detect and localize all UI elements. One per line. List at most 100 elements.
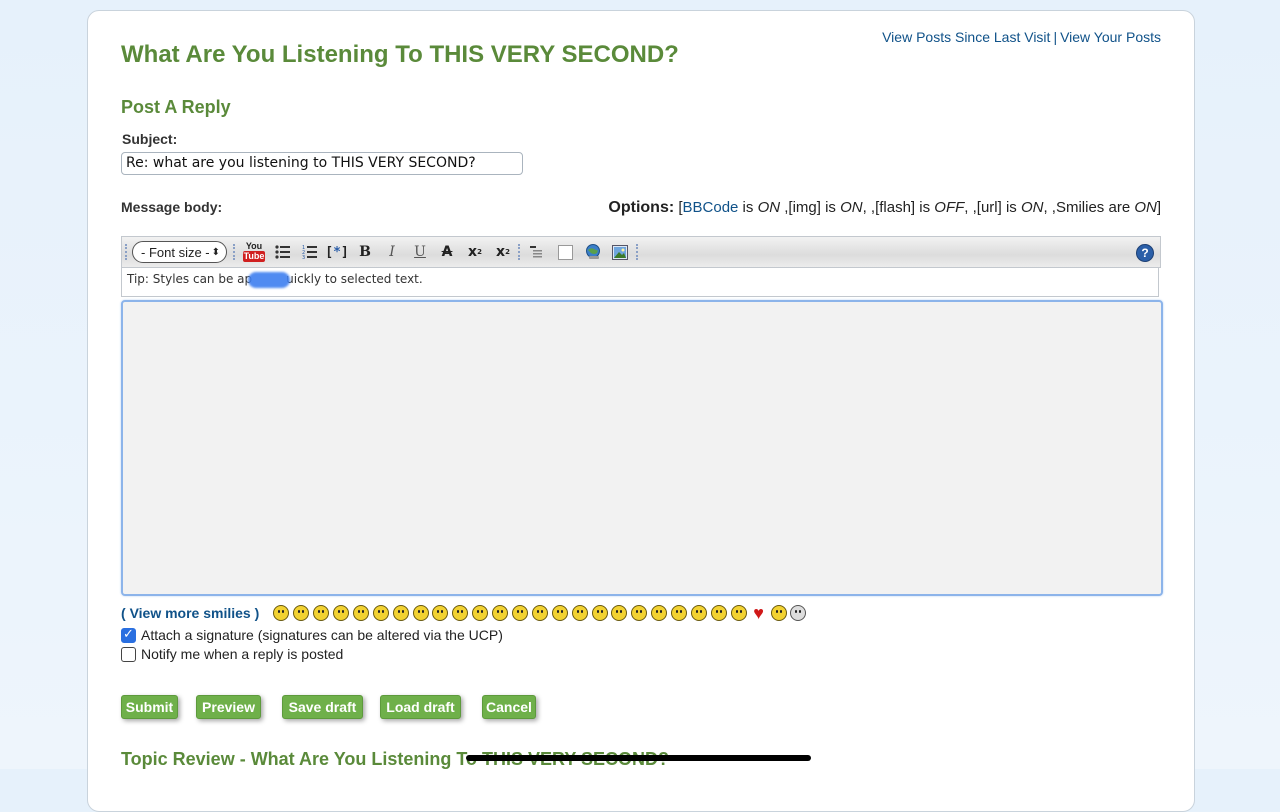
url-text: , ,[url] is bbox=[964, 199, 1021, 216]
help-icon[interactable]: ? bbox=[1136, 244, 1154, 262]
image-icon[interactable] bbox=[609, 237, 631, 267]
home-indicator-bar bbox=[466, 755, 811, 761]
posting-options: Options: [BBCode is ON ,[img] is ON, ,[f… bbox=[608, 199, 1161, 217]
load-draft-button[interactable]: Load draft bbox=[380, 695, 461, 719]
list-item-icon[interactable]: [*] bbox=[325, 237, 348, 267]
posting-panel: View Posts Since Last Visit | View Your Po… bbox=[87, 10, 1195, 812]
view-posts-since-last-visit-link[interactable]: View Posts Since Last Visit bbox=[882, 29, 1050, 45]
exclamation-smiley-icon[interactable] bbox=[591, 605, 608, 621]
embarrassed-smiley-icon[interactable] bbox=[472, 605, 489, 621]
strikethrough-icon[interactable]: A bbox=[436, 237, 458, 267]
bbcode-toolbar: - Font size - ⬍ You Tube 123 [*] B I U A … bbox=[121, 236, 1161, 268]
notify-reply-checkbox[interactable] bbox=[121, 646, 136, 662]
view-more-smilies: ( View more smilies ) bbox=[121, 605, 259, 621]
twisted-evil-smiley-icon[interactable] bbox=[531, 605, 548, 621]
sad-smiley-icon[interactable] bbox=[313, 605, 330, 621]
heart-smiley-icon[interactable]: ♥ bbox=[751, 604, 767, 622]
message-body-label: Message body: bbox=[121, 199, 223, 215]
view-your-posts-link[interactable]: View Your Posts bbox=[1060, 29, 1161, 45]
font-size-select-value: - Font size - bbox=[141, 245, 210, 260]
evil-smiley-icon[interactable] bbox=[511, 605, 528, 621]
link-globe-icon[interactable] bbox=[582, 237, 604, 267]
youtube-you-text: You bbox=[245, 241, 263, 251]
svg-text:3: 3 bbox=[302, 255, 305, 259]
mad-smiley-icon[interactable] bbox=[432, 605, 449, 621]
italic-icon[interactable]: I bbox=[381, 237, 403, 267]
flash-state: OFF bbox=[934, 199, 965, 216]
smilies-state: ON bbox=[1134, 199, 1157, 216]
link-separator: | bbox=[1053, 29, 1058, 45]
cancel-button[interactable]: Cancel bbox=[482, 695, 536, 719]
numbered-list-icon[interactable]: 123 bbox=[299, 237, 321, 267]
attach-signature-checkbox[interactable] bbox=[121, 626, 136, 643]
smilies-text: , ,Smilies are bbox=[1043, 199, 1135, 216]
youtube-tube-text: Tube bbox=[242, 251, 266, 262]
font-size-select[interactable]: - Font size - ⬍ bbox=[132, 241, 227, 263]
bbcode-text: is bbox=[738, 199, 758, 216]
submit-button[interactable]: Submit bbox=[121, 695, 178, 719]
view-more-smilies-link[interactable]: View more smilies bbox=[130, 605, 251, 621]
alien-smiley-icon[interactable] bbox=[770, 605, 787, 621]
idea-smiley-icon[interactable] bbox=[631, 605, 648, 621]
bullet-list-icon[interactable] bbox=[272, 237, 294, 267]
cool-smiley-icon[interactable] bbox=[392, 605, 409, 621]
indent-icon[interactable] bbox=[526, 237, 548, 267]
bbcode-state: ON bbox=[757, 199, 781, 216]
notify-reply-label: Notify me when a reply is posted bbox=[141, 646, 344, 662]
img-state: ON bbox=[840, 199, 863, 216]
bold-icon[interactable]: B bbox=[354, 237, 376, 267]
shocked-smiley-icon[interactable] bbox=[352, 605, 369, 621]
tip-text-start: Tip: Styles can be ap bbox=[127, 272, 253, 286]
attach-signature-label: Attach a signature (signatures can be al… bbox=[141, 627, 503, 643]
laughing-smiley-icon[interactable] bbox=[412, 605, 429, 621]
rolling-eyes-smiley-icon[interactable] bbox=[551, 605, 568, 621]
question-smiley-icon[interactable] bbox=[611, 605, 628, 621]
tip-bar: Tip: Styles can be ap uickly to selected … bbox=[121, 267, 1159, 297]
toolbar-grip bbox=[233, 237, 237, 267]
ugeek-smiley-icon[interactable] bbox=[730, 605, 747, 621]
redaction-blur bbox=[248, 271, 291, 288]
arrow-smiley-icon[interactable] bbox=[651, 605, 668, 621]
preview-button[interactable]: Preview bbox=[196, 695, 261, 719]
post-reply-heading: Post A Reply bbox=[121, 97, 231, 117]
surprised-smiley-icon[interactable] bbox=[332, 605, 349, 621]
smiley-list: ♥ bbox=[273, 604, 810, 622]
razz-smiley-icon[interactable] bbox=[452, 605, 469, 621]
neutral-smiley-icon[interactable] bbox=[671, 605, 688, 621]
toolbar-grip bbox=[518, 237, 522, 267]
mr-green-smiley-icon[interactable] bbox=[690, 605, 707, 621]
url-state: ON bbox=[1020, 199, 1044, 216]
underline-icon[interactable]: U bbox=[409, 237, 431, 267]
message-textarea[interactable] bbox=[121, 300, 1163, 596]
smilies-row: ( View more smilies ) ♥ bbox=[121, 603, 810, 623]
img-text: ,[img] is bbox=[780, 199, 841, 216]
options-label: Options: bbox=[608, 199, 675, 216]
smile-smiley-icon[interactable] bbox=[293, 605, 310, 621]
topic-title[interactable]: What Are You Listening To THIS VERY SECO… bbox=[121, 41, 679, 69]
color-picker-icon[interactable] bbox=[554, 237, 576, 267]
subscript-icon[interactable]: x2 bbox=[492, 237, 514, 267]
save-draft-button[interactable]: Save draft bbox=[282, 695, 363, 719]
attach-signature-row: Attach a signature (signatures can be al… bbox=[121, 626, 503, 643]
very-happy-smiley-icon[interactable] bbox=[273, 605, 290, 621]
view-more-open-paren: ( bbox=[121, 605, 130, 621]
tip-text-end: uickly to selected text. bbox=[286, 272, 423, 286]
toolbar-grip bbox=[125, 237, 129, 267]
bbcode-link[interactable]: BBCode bbox=[683, 199, 739, 216]
superscript-icon[interactable]: x2 bbox=[464, 237, 486, 267]
view-more-close-paren: ) bbox=[250, 605, 260, 621]
crying-smiley-icon[interactable] bbox=[492, 605, 509, 621]
geek-smiley-icon[interactable] bbox=[710, 605, 727, 621]
options-close-bracket: ] bbox=[1156, 199, 1161, 216]
skull-smiley-icon[interactable] bbox=[790, 605, 807, 621]
notify-reply-row: Notify me when a reply is posted bbox=[121, 646, 343, 662]
confused-smiley-icon[interactable] bbox=[372, 605, 389, 621]
subject-input[interactable]: Re: what are you listening to THIS VERY … bbox=[121, 152, 523, 175]
subject-label: Subject: bbox=[122, 131, 178, 147]
top-links: View Posts Since Last Visit | View Your Po… bbox=[882, 29, 1161, 45]
toolbar-grip bbox=[636, 237, 640, 267]
select-arrows-icon: ⬍ bbox=[211, 247, 220, 258]
flash-text: , ,[flash] is bbox=[862, 199, 935, 216]
wink-smiley-icon[interactable] bbox=[571, 605, 588, 621]
youtube-icon[interactable]: You Tube bbox=[242, 237, 266, 267]
